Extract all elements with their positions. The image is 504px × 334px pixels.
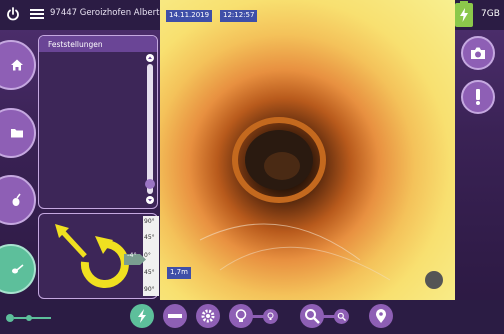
nav-home-button[interactable] — [0, 40, 36, 90]
tilt-value: -4° — [127, 251, 137, 259]
tilt-tick: 90° — [144, 286, 155, 293]
pipe-image — [199, 117, 391, 281]
zoom-in-icon — [305, 309, 320, 324]
inspection-screen: 97447 Geroizhofen Albert-Ein: 7GB Festst… — [0, 0, 504, 334]
findings-scrollbar[interactable] — [145, 54, 155, 204]
findings-header: Feststellungen — [39, 36, 157, 52]
menu-icon[interactable] — [30, 8, 44, 20]
scroll-thumb[interactable] — [145, 179, 155, 189]
tilt-tick: 45° — [144, 234, 155, 241]
zoom-in-button[interactable] — [300, 304, 324, 328]
lightbulb-small-icon — [267, 312, 274, 320]
home-icon — [11, 59, 23, 71]
settings-button[interactable] — [196, 304, 220, 328]
snapshot-button[interactable] — [461, 36, 495, 70]
exclamation-icon — [476, 89, 480, 105]
rotate-icon[interactable] — [53, 222, 129, 292]
camera-icon — [471, 47, 485, 59]
record-button[interactable] — [425, 271, 443, 289]
storage-label: 7GB — [481, 9, 500, 19]
camera-zoom-slider-icon[interactable] — [5, 313, 55, 323]
settings-icon — [201, 309, 215, 323]
location-pin-icon — [376, 309, 386, 323]
tilt-indicator: -4° — [124, 250, 146, 265]
add-finding-button[interactable] — [461, 80, 495, 114]
measure-button[interactable] — [163, 304, 187, 328]
battery-charging-icon — [455, 1, 473, 27]
location-button[interactable] — [369, 304, 393, 328]
power-icon[interactable] — [6, 7, 20, 21]
lightning-icon — [138, 309, 146, 323]
lightning-button[interactable] — [130, 304, 154, 328]
location-label: 97447 Geroizhofen Albert-Ein: — [50, 8, 162, 18]
folder-icon — [11, 129, 23, 138]
findings-panel: Feststellungen — [38, 35, 158, 209]
ruler-icon — [168, 314, 182, 318]
light-up-button[interactable] — [229, 304, 253, 328]
scroll-track[interactable] — [147, 64, 153, 194]
scroll-down-icon[interactable] — [146, 196, 154, 204]
nav-folder-button[interactable] — [0, 108, 36, 158]
tilt-tick: 45° — [144, 269, 155, 276]
camera-view: 14.11.2019 12:12:57 1,7m — [160, 0, 455, 300]
nav-probe-button[interactable] — [0, 175, 36, 225]
tilt-tick: 90° — [144, 218, 155, 225]
pipe-camera-icon — [12, 264, 24, 274]
overlay-distance: 1,7m — [167, 267, 191, 279]
lightbulb-icon — [235, 309, 247, 322]
findings-title: Feststellungen — [48, 40, 103, 49]
zoom-out-icon — [337, 312, 346, 321]
zoom-out-button[interactable] — [334, 309, 349, 324]
scroll-up-icon[interactable] — [146, 54, 154, 62]
nav-camera-button[interactable] — [0, 244, 36, 294]
overlay-time: 12:12:57 — [220, 10, 258, 22]
overlay-date: 14.11.2019 — [166, 10, 213, 22]
probe-icon — [12, 193, 21, 206]
light-down-button[interactable] — [263, 309, 278, 324]
